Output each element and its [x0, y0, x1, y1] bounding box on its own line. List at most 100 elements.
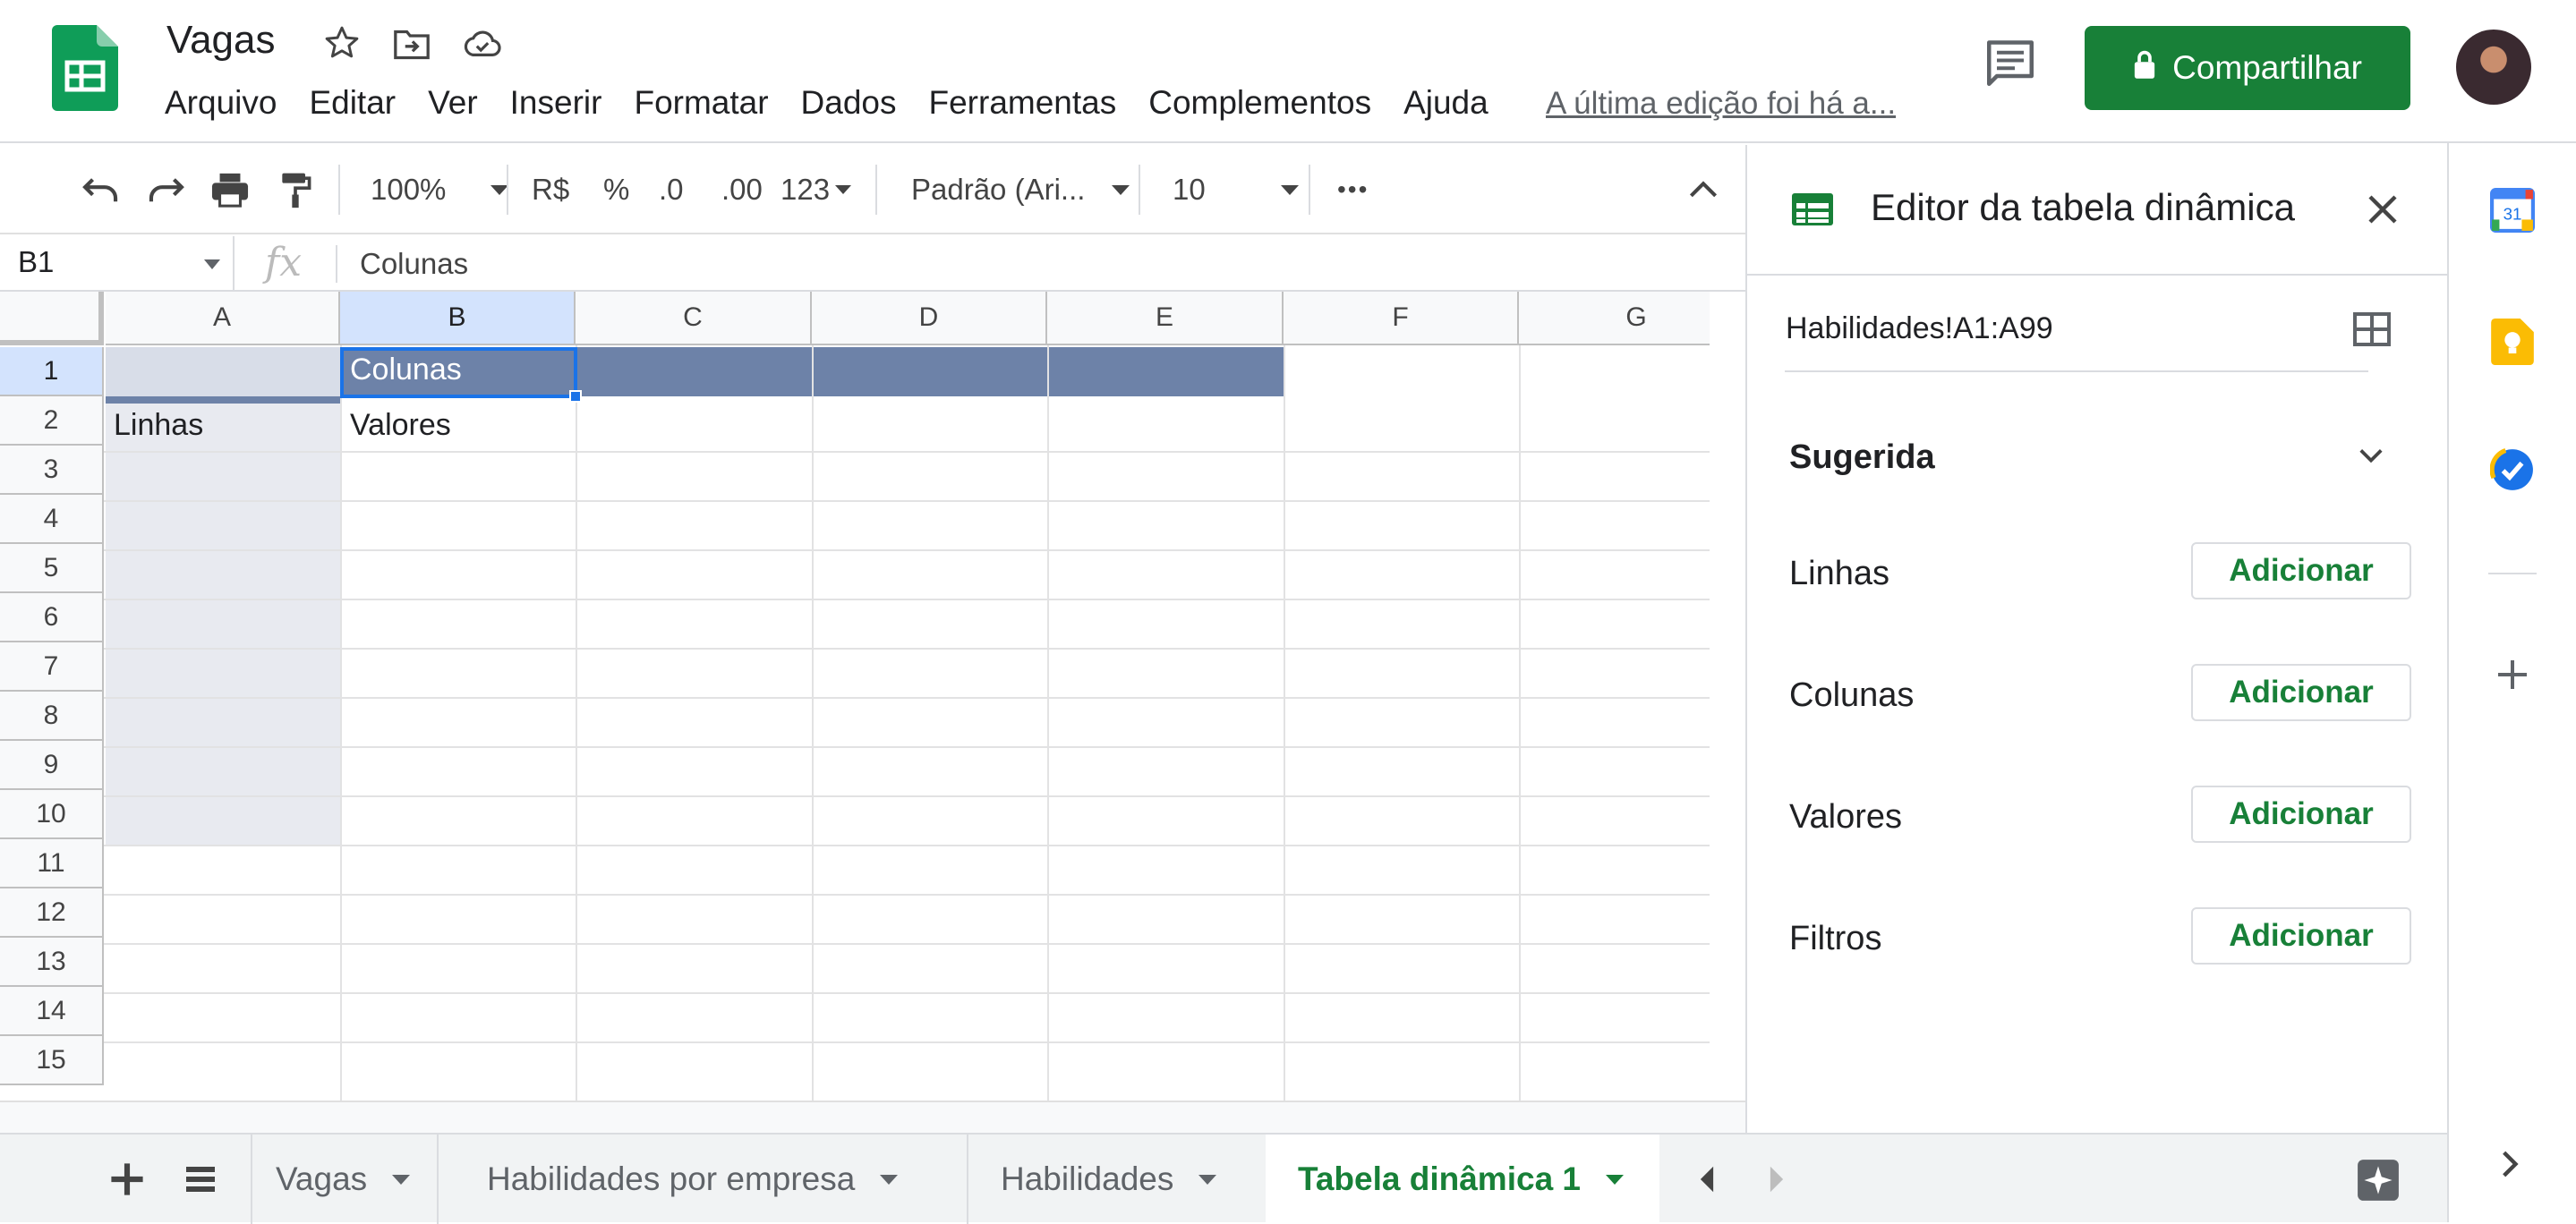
column-header-d[interactable]: D	[812, 292, 1047, 345]
row-header-3[interactable]: 3	[0, 446, 104, 495]
suggested-heading[interactable]: Sugerida	[1789, 438, 1935, 477]
keep-icon[interactable]	[2491, 319, 2534, 370]
font-size-select[interactable]: 10	[1173, 145, 1299, 234]
move-folder-icon[interactable]	[392, 27, 431, 67]
add-sheet-icon[interactable]	[107, 1160, 147, 1203]
add-filters-button[interactable]: Adicionar	[2191, 907, 2411, 965]
zoom-select[interactable]: 100%	[371, 145, 509, 234]
add-addon-icon[interactable]	[2496, 659, 2529, 695]
row-header-7[interactable]: 7	[0, 642, 104, 692]
cloud-saved-icon[interactable]	[462, 27, 503, 65]
sheet-tab-habilidades[interactable]: Habilidades	[968, 1135, 1264, 1224]
redo-icon[interactable]	[145, 145, 186, 234]
formula-bar: B1 fx Colunas	[0, 236, 1745, 292]
pivot-row-labels-area[interactable]	[106, 404, 340, 846]
currency-format-button[interactable]: R$	[532, 145, 569, 234]
formula-input[interactable]: Colunas	[360, 247, 468, 281]
spreadsheet-grid[interactable]: A B C D E F G 1 2 3 4 5 6 7 8 9 10 11 12…	[0, 292, 1710, 1101]
cell-b2[interactable]: Valores	[350, 408, 451, 443]
share-button[interactable]: Compartilhar	[2085, 26, 2410, 110]
explore-icon[interactable]	[2356, 1158, 2401, 1207]
row-header-10[interactable]: 10	[0, 790, 104, 839]
menu-bar: Arquivo Editar Ver Inserir Formatar Dado…	[165, 84, 1521, 123]
scroll-tabs-right-icon[interactable]	[1767, 1165, 1787, 1198]
row-header-1[interactable]: 1	[0, 347, 104, 396]
sheet-tab-habilidades-por-empresa[interactable]: Habilidades por empresa	[455, 1135, 965, 1224]
menu-editar[interactable]: Editar	[309, 84, 396, 123]
sheet-tab-vagas[interactable]: Vagas	[243, 1135, 435, 1224]
column-header-a[interactable]: A	[106, 292, 340, 345]
sheet-tab-tabela-dinamica-1[interactable]: Tabela dinâmica 1	[1266, 1135, 1659, 1224]
row-header-15[interactable]: 15	[0, 1036, 104, 1085]
select-range-icon[interactable]	[2352, 311, 2392, 352]
more-formats-select[interactable]: 123	[780, 145, 852, 234]
print-icon[interactable]	[209, 145, 251, 234]
comments-icon[interactable]	[1983, 38, 2037, 92]
scroll-tabs-left-icon[interactable]	[1697, 1165, 1717, 1198]
chevron-down-icon	[1606, 1174, 1624, 1185]
percent-label: %	[603, 173, 630, 206]
calendar-icon[interactable]: 31	[2490, 188, 2535, 237]
font-family-select[interactable]: Padrão (Ari...	[911, 145, 1130, 234]
chevron-down-icon[interactable]	[204, 259, 220, 269]
pivot-editor-header: Editor da tabela dinâmica	[1747, 145, 2449, 276]
percent-format-button[interactable]: %	[603, 145, 629, 234]
row-header-9[interactable]: 9	[0, 741, 104, 790]
menu-ajuda[interactable]: Ajuda	[1403, 84, 1488, 123]
menu-inserir[interactable]: Inserir	[510, 84, 602, 123]
all-sheets-icon[interactable]	[183, 1163, 218, 1200]
app-header: Vagas Arquivo Editar Ver Inserir Formata…	[0, 0, 2576, 143]
calendar-day: 31	[2503, 204, 2522, 223]
menu-complementos[interactable]: Complementos	[1148, 84, 1371, 123]
row-header-11[interactable]: 11	[0, 839, 104, 888]
row-header-4[interactable]: 4	[0, 495, 104, 544]
close-icon[interactable]	[2365, 191, 2401, 232]
avatar[interactable]	[2456, 30, 2531, 105]
tasks-icon[interactable]	[2489, 446, 2536, 497]
sheets-logo[interactable]	[52, 25, 118, 111]
decrease-decimal-button[interactable]: .0	[659, 145, 684, 234]
sheet-tabs-bar: Vagas Habilidades por empresa Habilidade…	[0, 1133, 2447, 1224]
column-header-g[interactable]: G	[1519, 292, 1710, 345]
chevron-down-icon[interactable]	[2358, 446, 2384, 469]
row-header-12[interactable]: 12	[0, 888, 104, 938]
star-icon[interactable]	[322, 23, 362, 67]
chevron-right-icon[interactable]	[2501, 1149, 2521, 1184]
row-header-14[interactable]: 14	[0, 987, 104, 1036]
row-header-6[interactable]: 6	[0, 593, 104, 642]
column-header-c[interactable]: C	[576, 292, 812, 345]
cell-a2[interactable]: Linhas	[114, 408, 203, 443]
row-header-5[interactable]: 5	[0, 544, 104, 593]
add-columns-button[interactable]: Adicionar	[2191, 664, 2411, 721]
font-family-value: Padrão (Ari...	[911, 173, 1086, 206]
select-all-corner[interactable]	[0, 292, 104, 345]
values-section-label: Valores	[1789, 798, 1903, 836]
menu-formatar[interactable]: Formatar	[634, 84, 768, 123]
name-box[interactable]: B1	[0, 236, 235, 292]
fill-handle[interactable]	[569, 390, 582, 403]
last-edit-link[interactable]: A última edição foi há a...	[1546, 86, 1896, 122]
add-rows-button[interactable]: Adicionar	[2191, 542, 2411, 599]
undo-icon[interactable]	[81, 145, 122, 234]
more-options-button[interactable]: •••	[1337, 145, 1369, 234]
range-underline	[1785, 370, 2368, 372]
increase-decimal-button[interactable]: .00	[721, 145, 763, 234]
document-title[interactable]: Vagas	[166, 18, 276, 63]
column-header-f[interactable]: F	[1284, 292, 1519, 345]
menu-ver[interactable]: Ver	[428, 84, 478, 123]
row-header-2[interactable]: 2	[0, 396, 104, 446]
chevron-down-icon	[1280, 184, 1299, 195]
paint-format-icon[interactable]	[277, 145, 313, 234]
column-header-e[interactable]: E	[1047, 292, 1284, 345]
row-header-8[interactable]: 8	[0, 692, 104, 741]
menu-dados[interactable]: Dados	[801, 84, 897, 123]
collapse-toolbar-icon[interactable]	[1688, 145, 1719, 234]
menu-ferramentas[interactable]: Ferramentas	[929, 84, 1117, 123]
column-header-b[interactable]: B	[340, 292, 576, 345]
row-header-13[interactable]: 13	[0, 938, 104, 987]
add-values-button[interactable]: Adicionar	[2191, 786, 2411, 843]
horizontal-scrollbar[interactable]	[0, 1101, 1745, 1133]
menu-arquivo[interactable]: Arquivo	[165, 84, 277, 123]
data-range-field[interactable]: Habilidades!A1:A99	[1786, 311, 2053, 346]
pivot-corner-cell[interactable]	[106, 347, 340, 396]
